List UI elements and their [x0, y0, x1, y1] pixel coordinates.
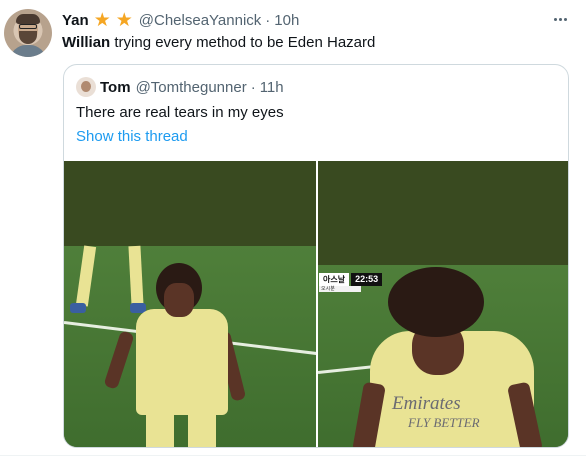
tweet-text-rest: trying every method to be Eden Hazard: [110, 34, 376, 51]
tweet[interactable]: Yan ★ ★ @ChelseaYannick · 10h Willian tr…: [0, 0, 586, 456]
quoted-text: There are real tears in my eyes: [76, 104, 284, 121]
star-icon: ★: [115, 9, 133, 31]
author-avatar[interactable]: [4, 9, 52, 57]
scoreboard-clock: 22:53: [351, 273, 383, 286]
star-icon: ★: [93, 9, 111, 31]
media-image-left[interactable]: [64, 161, 316, 447]
scoreboard-team: 아스날: [319, 273, 350, 286]
quoted-timestamp: 11h: [259, 78, 284, 96]
author-handle[interactable]: @ChelseaYannick: [139, 12, 262, 29]
quoted-tweet[interactable]: Tom @Tomthegunner · 11h There are real t…: [63, 64, 569, 448]
mention-bold: Willian: [62, 34, 111, 51]
author-name[interactable]: Yan: [62, 12, 89, 29]
separator-dot: ·: [250, 78, 256, 96]
tweet-timestamp[interactable]: 10h: [274, 12, 299, 29]
more-options-icon[interactable]: [549, 10, 571, 28]
shirt-sponsor: Emirates: [392, 393, 461, 414]
tweet-header: Yan ★ ★ @ChelseaYannick · 10h: [62, 10, 299, 30]
media-image-right[interactable]: 아스날 22:53 오시분 Emirates FLY BETTER: [318, 161, 568, 447]
quoted-author-handle: @Tomthegunner: [135, 78, 247, 96]
quoted-header: Tom @Tomthegunner · 11h: [100, 77, 284, 97]
quoted-author-avatar[interactable]: [76, 77, 96, 97]
shirt-sponsor-tagline: FLY BETTER: [408, 415, 480, 430]
scoreboard: 아스날 22:53: [319, 273, 383, 286]
scoreboard-sub: 오시분: [319, 286, 361, 292]
show-thread-link[interactable]: Show this thread: [76, 127, 188, 147]
media-grid: 아스날 22:53 오시분 Emirates FLY BETTER: [64, 161, 568, 447]
tweet-text: Willian trying every method to be Eden H…: [62, 33, 375, 53]
quoted-author-name: Tom: [100, 78, 131, 96]
separator-dot: ·: [265, 11, 271, 29]
